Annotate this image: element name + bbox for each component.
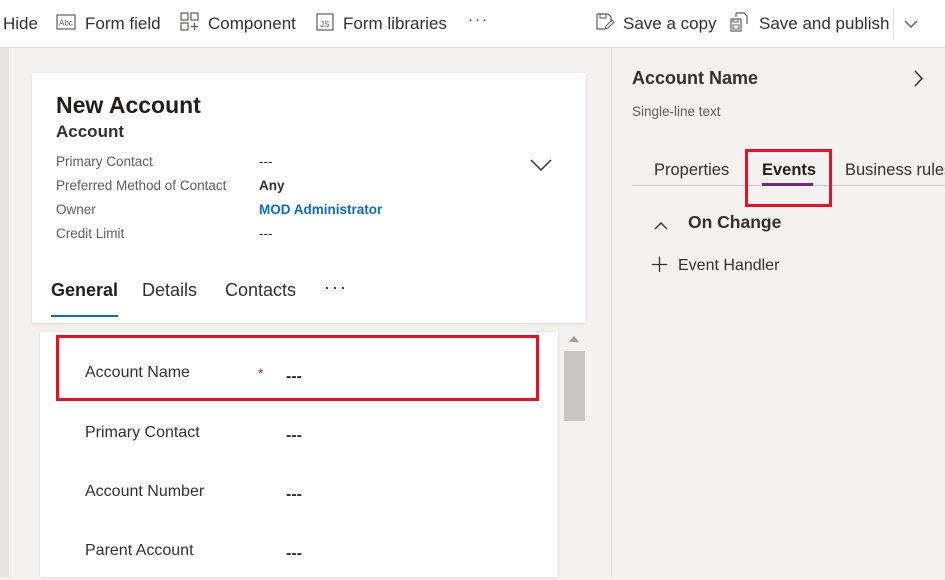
js-library-icon: JS xyxy=(316,12,343,36)
header-field-value: --- xyxy=(259,226,273,241)
active-tab-indicator xyxy=(51,315,118,317)
properties-panel: Account Name Single-line text Properties… xyxy=(611,48,945,577)
form-title: New Account xyxy=(56,92,201,118)
field-account-number[interactable]: Account Number --- xyxy=(40,463,558,521)
svg-text:JS: JS xyxy=(320,20,329,29)
form-tabs: General Details Contacts ··· xyxy=(32,273,586,323)
tab-details[interactable]: Details xyxy=(142,280,197,301)
owner-link[interactable]: MOD Administrator xyxy=(259,200,382,220)
scrollbar-thumb[interactable] xyxy=(564,351,585,421)
selected-field-highlight xyxy=(56,335,539,401)
header-field-value: --- xyxy=(259,154,273,169)
save-publish-label: Save and publish xyxy=(759,14,890,33)
header-field-label: Preferred Method of Contact xyxy=(56,178,227,193)
save-options-dropdown[interactable] xyxy=(904,0,927,48)
on-change-heading[interactable]: On Change xyxy=(688,212,781,233)
tabs-more-button[interactable]: ··· xyxy=(324,277,348,298)
field-label: Account Number xyxy=(85,483,205,500)
form-libraries-label: Form libraries xyxy=(343,14,447,33)
tab-general[interactable]: General xyxy=(51,280,118,301)
events-tab-highlight xyxy=(745,149,832,207)
form-header-card: New Account Account Primary Contact --- … xyxy=(32,73,586,323)
scroll-up-arrow-icon[interactable] xyxy=(569,336,579,342)
field-parent-account[interactable]: Parent Account --- xyxy=(40,522,558,580)
hide-button[interactable]: Hide xyxy=(3,0,38,48)
tab-business-rules[interactable]: Business rules xyxy=(845,161,945,180)
field-value: --- xyxy=(286,427,302,444)
command-bar: Hide Abc Form field Component JS Form li… xyxy=(0,0,945,48)
more-commands-label: ··· xyxy=(468,10,489,28)
tab-contacts[interactable]: Contacts xyxy=(225,280,296,301)
component-button[interactable]: Component xyxy=(180,0,296,48)
component-icon xyxy=(180,12,208,36)
header-expand-button[interactable] xyxy=(530,159,552,177)
form-field-icon: Abc xyxy=(56,13,85,35)
more-commands-button[interactable]: ··· xyxy=(468,0,489,43)
save-publish-icon xyxy=(730,11,759,37)
add-event-handler-button[interactable]: Event Handler xyxy=(678,257,779,275)
header-field-value: Any xyxy=(259,178,285,193)
toolbar-divider xyxy=(893,8,894,40)
save-publish-button[interactable]: Save and publish xyxy=(730,0,889,48)
header-field-label: Owner xyxy=(56,202,96,217)
svg-text:Abc: Abc xyxy=(59,18,73,27)
component-label: Component xyxy=(208,14,296,33)
field-primary-contact[interactable]: Primary Contact --- xyxy=(40,404,558,462)
chevron-right-icon xyxy=(914,70,924,91)
chevron-down-icon xyxy=(530,159,552,176)
field-value: --- xyxy=(286,486,302,503)
chevron-down-icon xyxy=(904,14,927,34)
plus-icon[interactable] xyxy=(651,256,668,278)
save-copy-label: Save a copy xyxy=(623,14,717,33)
panel-subtitle: Single-line text xyxy=(632,104,721,119)
field-label: Primary Contact xyxy=(85,424,200,441)
hide-label: Hide xyxy=(3,14,38,33)
save-copy-button[interactable]: Save a copy xyxy=(595,0,717,48)
field-value: --- xyxy=(286,545,302,562)
panel-title: Account Name xyxy=(632,68,759,88)
panel-next-button[interactable] xyxy=(914,70,924,92)
tab-properties[interactable]: Properties xyxy=(654,161,729,180)
form-libraries-button[interactable]: JS Form libraries xyxy=(316,0,447,48)
header-field-label: Credit Limit xyxy=(56,226,125,241)
form-entity-name: Account xyxy=(56,122,124,141)
section-scrollbar[interactable] xyxy=(564,332,585,577)
field-label: Parent Account xyxy=(85,542,194,559)
chevron-up-icon xyxy=(654,217,668,234)
save-copy-icon xyxy=(595,12,623,36)
on-change-collapse-button[interactable] xyxy=(654,217,668,235)
form-field-button[interactable]: Abc Form field xyxy=(56,0,161,48)
form-field-label: Form field xyxy=(85,14,161,33)
header-field-label: Primary Contact xyxy=(56,154,153,169)
left-pane-edge xyxy=(0,48,9,577)
